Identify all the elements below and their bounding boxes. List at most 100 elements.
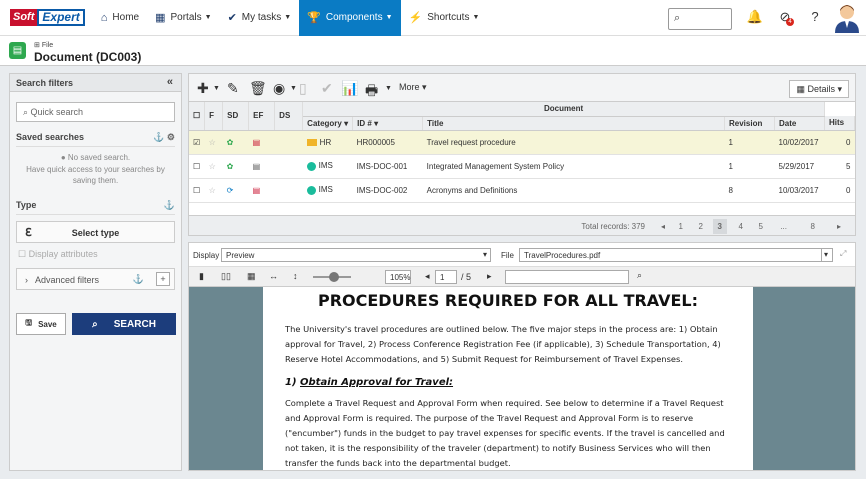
document-icon[interactable]: ▯ xyxy=(299,80,307,97)
print-icon[interactable]: 🖶 xyxy=(365,80,378,104)
collapse-icon[interactable]: « xyxy=(167,76,173,88)
select-all-checkbox[interactable]: ☐ xyxy=(189,102,206,131)
id-cell: HR000005 xyxy=(352,130,423,155)
view-icon[interactable]: ◉ xyxy=(273,80,285,97)
table-row[interactable]: ☑ ☆ ✿ ▤ HR HR000005 Travel request proce… xyxy=(189,130,855,155)
approve-icon[interactable]: ✔ xyxy=(321,80,333,97)
page-4[interactable]: 4 xyxy=(739,222,743,231)
folder-icon xyxy=(306,138,317,146)
search-icon[interactable]: ⌕ xyxy=(637,270,642,281)
table-row[interactable]: ☐ ☆ ✿ ▤ IMS IMS-DOC-001 Integrated Manag… xyxy=(189,154,855,179)
pdf-icon[interactable]: ▤ xyxy=(248,178,275,203)
star-icon[interactable]: ☆ xyxy=(204,178,223,203)
chevron-down-icon[interactable]: ▼ xyxy=(290,85,297,92)
col-title[interactable]: Title xyxy=(422,116,725,131)
page-5[interactable]: 5 xyxy=(759,222,763,231)
hits-cell: 5 xyxy=(824,154,855,179)
search-button[interactable]: ⌕ SEARCH xyxy=(72,313,176,335)
col-revision[interactable]: Revision xyxy=(724,116,775,131)
col-hits[interactable]: Hits xyxy=(824,116,855,131)
row-checkbox[interactable]: ☐ xyxy=(189,178,205,203)
advanced-filters[interactable]: › Advanced filters ⚓ + xyxy=(16,268,175,290)
clear-icon[interactable]: ⚓ xyxy=(164,200,175,211)
document-table: ☐ F SD EF DS Document Category ▾ ID # ▾ … xyxy=(189,102,855,203)
col-f[interactable]: F xyxy=(204,102,224,131)
avatar[interactable] xyxy=(834,3,860,33)
nav-home[interactable]: ⌂ Home xyxy=(93,0,147,36)
prev-page-icon[interactable]: ◂ xyxy=(425,271,430,282)
edit-icon[interactable]: ✎ xyxy=(227,80,239,97)
hits-cell: 0 xyxy=(824,178,855,203)
viewer-toolbar: ▮ ▯▯ ▦ ↔ ↕ 105% ◂ 1 / 5 ▸ ⌕ xyxy=(189,267,855,287)
help-icon[interactable]: ? xyxy=(806,9,824,27)
col-id[interactable]: ID # ▾ xyxy=(352,116,424,131)
star-icon[interactable]: ☆ xyxy=(204,130,223,155)
top-nav: Soft Expert ⌂ Home ▦ Portals ▼ ✔ My task… xyxy=(0,0,866,36)
file-dropdown-button[interactable]: ▾ xyxy=(821,248,833,262)
settings-icon[interactable]: ⚓ ⚙ xyxy=(153,132,175,143)
page-2[interactable]: 2 xyxy=(699,222,703,231)
col-date[interactable]: Date xyxy=(774,116,825,131)
page-1[interactable]: 1 xyxy=(679,222,683,231)
preview-header: Display Preview ▾ File TravelProcedures.… xyxy=(189,243,855,267)
date-cell: 10/02/2017 xyxy=(774,130,825,155)
page-8[interactable]: 8 xyxy=(811,222,815,231)
save-button[interactable]: 🖫 Save xyxy=(16,313,66,335)
id-cell: IMS-DOC-001 xyxy=(352,154,423,179)
col-ef[interactable]: EF xyxy=(248,102,276,131)
type-section: Type ⚓ xyxy=(16,200,175,211)
zoom-input[interactable]: 105% xyxy=(385,270,411,284)
clear-icon[interactable]: ⚓ xyxy=(133,274,144,285)
thumbnails-icon[interactable]: ▦ xyxy=(247,271,256,282)
col-sd[interactable]: SD xyxy=(222,102,250,131)
more-menu[interactable]: More ▾ xyxy=(399,82,427,93)
chart-icon[interactable]: 📊 xyxy=(341,80,358,97)
fit-width-icon[interactable]: ↔ xyxy=(269,271,278,281)
sidebar-toggle-icon[interactable]: ▮ xyxy=(199,271,204,282)
delete-icon[interactable]: 🗑 xyxy=(249,80,267,97)
check-icon: ✔ xyxy=(227,12,237,24)
next-page-icon[interactable]: ▸ xyxy=(837,222,841,231)
app-logo[interactable]: Soft Expert xyxy=(10,8,85,28)
nav-mytasks[interactable]: ✔ My tasks ▼ xyxy=(220,0,300,36)
quick-search-input[interactable]: ⌕ Quick search xyxy=(16,102,175,122)
word-icon[interactable]: ▤ xyxy=(248,154,275,179)
chevron-down-icon[interactable]: ▼ xyxy=(385,85,392,92)
notification-badge: 4 xyxy=(786,18,794,26)
row-checkbox[interactable]: ☐ xyxy=(189,154,205,179)
star-icon[interactable]: ☆ xyxy=(204,154,223,179)
select-type-button[interactable]: ℇ Select type xyxy=(16,221,175,243)
two-page-icon[interactable]: ▯▯ xyxy=(221,271,231,282)
page-input[interactable]: 1 xyxy=(435,270,457,284)
next-page-icon[interactable]: ▸ xyxy=(487,271,492,282)
notifications-icon[interactable]: ⊘ 4 xyxy=(776,9,794,27)
prev-page-icon[interactable]: ◂ xyxy=(661,222,665,231)
nav-components[interactable]: 🏆 Components ▼ xyxy=(299,0,401,36)
file-select[interactable]: TravelProcedures.pdf xyxy=(519,248,831,262)
page-title: Document (DC003) xyxy=(34,50,142,64)
document-header: ▤ ⊞ File Document (DC003) xyxy=(0,36,866,66)
col-ds[interactable]: DS xyxy=(274,102,304,131)
expand-icon[interactable]: ⤢ xyxy=(840,249,846,259)
row-checkbox[interactable]: ☑ xyxy=(189,130,205,155)
global-search-input[interactable]: ⌕ xyxy=(668,8,732,30)
add-filter-icon[interactable]: + xyxy=(156,272,170,286)
zoom-slider-handle[interactable] xyxy=(329,272,339,282)
fit-height-icon[interactable]: ↕ xyxy=(293,271,298,281)
col-category[interactable]: Category ▾ xyxy=(302,116,354,131)
table-row[interactable]: ☐ ☆ ⟳ ▤ IMS IMS-DOC-002 Acronyms and Def… xyxy=(189,178,855,203)
page-3[interactable]: 3 xyxy=(712,219,727,234)
add-icon[interactable]: ✚ xyxy=(197,80,209,97)
nav-portals[interactable]: ▦ Portals ▼ xyxy=(147,0,219,36)
no-saved-message: ● No saved search. xyxy=(60,153,131,162)
bell-icon[interactable]: 🔔 xyxy=(746,9,764,27)
display-attributes-checkbox[interactable]: ☐ Display attributes xyxy=(10,249,181,260)
nav-shortcuts[interactable]: ⚡ Shortcuts ▼ xyxy=(401,0,488,36)
display-select[interactable]: Preview ▾ xyxy=(221,248,491,262)
details-dropdown[interactable]: ▦ Details ▾ xyxy=(789,80,849,98)
pdf-title: PROCEDURES REQUIRED FOR ALL TRAVEL: xyxy=(317,291,699,310)
saved-hint: Have quick access to your searches by sa… xyxy=(26,165,165,185)
find-input[interactable] xyxy=(505,270,629,284)
pdf-icon[interactable]: ▤ xyxy=(248,130,275,155)
chevron-down-icon[interactable]: ▼ xyxy=(213,85,220,92)
